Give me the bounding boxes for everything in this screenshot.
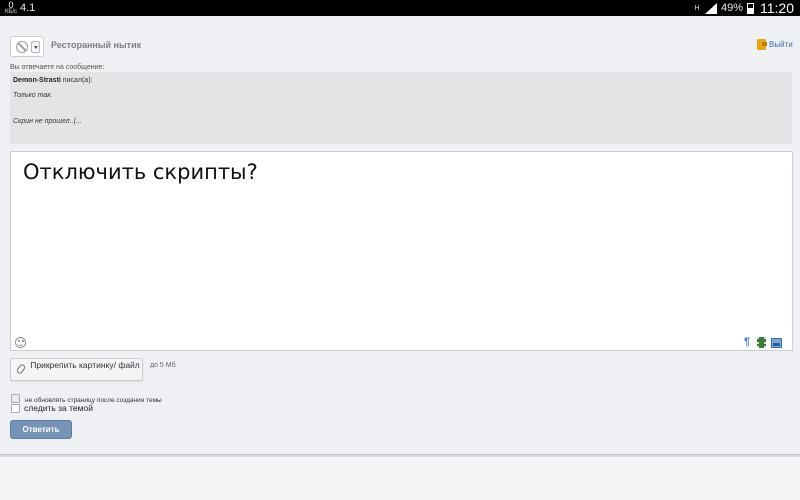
attach-size-limit: до 5 Мб	[150, 362, 176, 369]
attach-button-label: Прикрепить картинку/ файл	[30, 360, 140, 370]
signal-icon	[704, 2, 717, 14]
exit-label: Выйти	[769, 40, 793, 49]
quote-wrote: писал(а):	[60, 77, 93, 84]
editor-text[interactable]: Отключить скрипты?	[23, 159, 258, 185]
film-icon[interactable]	[757, 337, 766, 348]
topic-icon-select[interactable]	[10, 36, 44, 57]
editor-toolbar: ¶	[744, 337, 782, 348]
topic-title: Ресторанный нытик	[51, 40, 142, 50]
quote-line: Только так.	[13, 92, 53, 99]
battery-icon	[747, 2, 754, 14]
quoted-message: Demon-Strasti писал(а): Только так. Скри…	[10, 72, 792, 144]
image-icon[interactable]	[771, 338, 782, 348]
data-speed-icon: 0 КБ/с	[4, 0, 18, 16]
smiley-icon[interactable]	[15, 337, 26, 348]
message-editor[interactable]: Отключить скрипты? ¶	[10, 151, 793, 351]
battery-percent: 49%	[720, 2, 743, 14]
exit-door-icon	[757, 39, 767, 50]
follow-topic-label: следить за темой	[24, 403, 93, 413]
no-refresh-checkbox[interactable]	[11, 393, 20, 403]
status-right-group: H 49% 11:20	[693, 0, 794, 16]
follow-topic-checkbox[interactable]	[11, 403, 20, 413]
ban-icon	[16, 41, 28, 53]
follow-topic-option[interactable]: следить за темой	[11, 403, 93, 413]
pilcrow-icon[interactable]: ¶	[744, 337, 752, 348]
quote-author-line: Demon-Strasti писал(а):	[13, 77, 92, 84]
attach-file-button[interactable]: Прикрепить картинку/ файл	[10, 358, 143, 381]
paperclip-icon	[15, 363, 27, 375]
clock: 11:20	[760, 0, 794, 16]
status-left-text: 4.1	[20, 2, 36, 14]
status-bar: 0 КБ/с 4.1 H 49% 11:20	[0, 0, 800, 16]
reply-label: Вы отвечаете на сообщение:	[10, 64, 105, 71]
exit-link[interactable]: Выйти	[757, 39, 793, 50]
quote-author: Demon-Strasti	[13, 77, 61, 84]
network-type-label: H	[694, 4, 700, 12]
page-footer-area	[0, 457, 800, 500]
quote-line: Скрин не прошел..(...	[13, 118, 82, 125]
reply-submit-button[interactable]: Ответить	[10, 420, 72, 439]
chevron-down-icon[interactable]	[31, 41, 40, 53]
